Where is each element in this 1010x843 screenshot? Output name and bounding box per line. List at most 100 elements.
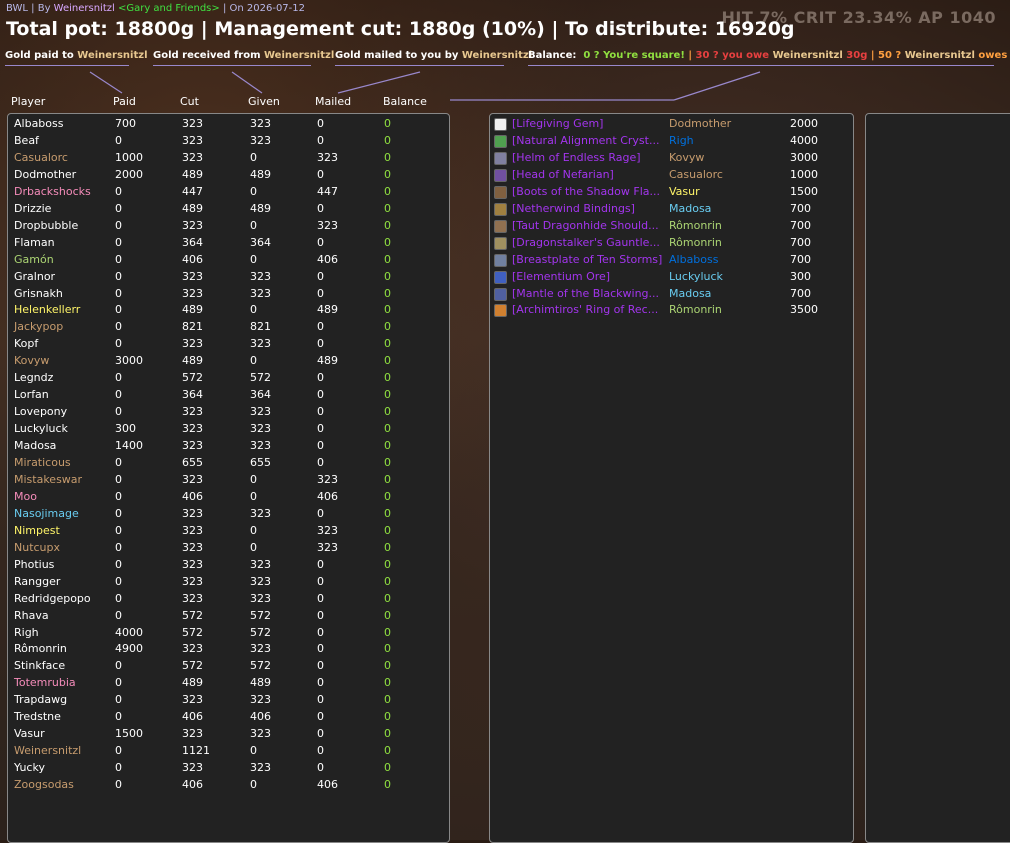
cut-cell: 572 [182,371,203,385]
given-cell: 489 [250,676,271,690]
given-cell: 364 [250,388,271,402]
cut-cell: 323 [182,574,203,588]
paid-cell: 1000 [115,150,143,164]
crystal-icon[interactable] [494,134,507,148]
given-cell: 0 [250,354,257,368]
player-name: Lovepony [14,405,68,419]
mailed-cell: 0 [317,608,324,622]
loot-item-link[interactable]: [Helm of Endless Rage] [512,151,641,164]
balance-cell: 0 [384,591,391,605]
balance-cell: 0 [384,608,391,622]
paid-cell: 3000 [115,354,143,368]
paid-cell: 0 [115,303,122,317]
cut-cell: 655 [182,456,203,469]
loot-winner: Luckyluck [669,269,723,283]
paid-cell: 0 [115,744,122,758]
gauntlet-icon[interactable] [494,236,507,250]
given-cell: 572 [250,625,271,639]
loot-amount: 700 [790,218,811,232]
player-name: Gamón [14,252,54,266]
given-cell: 323 [250,761,271,775]
loot-panel[interactable]: [Lifegiving Gem] Dodmother 2000 [Natural Al… [489,113,854,843]
cut-cell: 323 [182,642,203,656]
given-cell: 0 [250,472,257,486]
paid-cell: 0 [115,506,122,520]
mailed-cell: 406 [317,252,338,266]
given-cell: 0 [250,744,257,758]
mailed-cell: 0 [317,659,324,673]
players-panel[interactable]: Albaboss 700 323 323 0 0 Beaf 0 323 323 0 0 Casualor… [7,113,450,843]
given-cell: 0 [250,489,257,503]
balance-cell: 0 [384,201,391,215]
cut-cell: 406 [182,778,203,792]
cut-cell: 323 [182,422,203,436]
mailed-cell: 0 [317,422,324,436]
balance-cell: 0 [384,235,391,249]
loot-item-link[interactable]: [Natural Alignment Cryst... [512,134,659,147]
player-name: Madosa [14,439,57,453]
cut-cell: 447 [182,184,203,198]
mailed-cell: 0 [317,405,324,419]
paid-cell: 0 [115,489,122,503]
player-name: Tredstne [14,710,61,724]
given-cell: 323 [250,337,271,351]
given-cell: 323 [250,557,271,571]
loot-item-link[interactable]: [Breastplate of Ten Storms] [512,253,662,266]
player-name: Yucky [14,761,45,775]
paid-cell: 1400 [115,439,143,453]
chest-icon[interactable] [494,253,507,267]
given-cell: 323 [250,405,271,419]
paid-cell: 0 [115,388,122,402]
col-header-mailed: Mailed [315,95,352,108]
cut-cell: 406 [182,710,203,724]
mailed-cell: 0 [317,727,324,741]
helm-icon[interactable] [494,151,507,165]
loot-item-link[interactable]: [Elementium Ore] [512,270,610,283]
cut-cell: 572 [182,625,203,639]
gem-icon[interactable] [494,118,507,131]
shoulder-icon[interactable] [494,219,507,233]
cut-cell: 323 [182,218,203,232]
loot-amount: 3500 [790,303,818,317]
cut-cell: 489 [182,303,203,317]
loot-item-link[interactable]: [Taut Dragonhide Should... [512,219,659,232]
paid-cell: 0 [115,337,122,351]
player-name: Kovyw [14,354,50,368]
balance-cell: 0 [384,320,391,334]
loot-item-link[interactable]: [Mantle of the Blackwing... [512,287,659,300]
balance-cell: 0 [384,472,391,486]
mailed-cell: 0 [317,133,324,147]
cut-cell: 323 [182,523,203,537]
paid-cell: 0 [115,693,122,707]
player-name: Albaboss [14,117,64,130]
mailed-cell: 0 [317,710,324,724]
given-cell: 406 [250,710,271,724]
ring-icon[interactable] [494,304,507,318]
given-cell: 323 [250,422,271,436]
paid-cell: 0 [115,608,122,622]
loot-item-link[interactable]: [Head of Nefarian] [512,168,614,181]
mantle-icon[interactable] [494,287,507,301]
loot-item-link[interactable]: [Dragonstalker's Gauntle... [512,236,660,249]
given-cell: 323 [250,727,271,741]
mailed-cell: 0 [317,201,324,215]
loot-item-link[interactable]: [Lifegiving Gem] [512,117,603,130]
player-name: Righ [14,625,39,639]
cut-cell: 364 [182,235,203,249]
paid-cell: 0 [115,252,122,266]
loot-item-link[interactable]: [Netherwind Bindings] [512,202,635,215]
paid-cell: 0 [115,218,122,232]
player-name: Rangger [14,574,61,588]
loot-item-link[interactable]: [Boots of the Shadow Fla... [512,185,660,198]
loot-item-link[interactable]: [Archimtiros' Ring of Rec... [512,303,658,316]
head-icon[interactable] [494,168,507,182]
bracer-icon[interactable] [494,202,507,216]
boots-icon[interactable] [494,185,507,199]
given-cell: 323 [250,117,271,130]
loot-amount: 300 [790,269,811,283]
loot-winner: Madosa [669,286,712,300]
player-name: Nasojimage [14,506,79,520]
ore-icon[interactable] [494,270,507,284]
paid-cell: 0 [115,320,122,334]
mailed-cell: 0 [317,693,324,707]
